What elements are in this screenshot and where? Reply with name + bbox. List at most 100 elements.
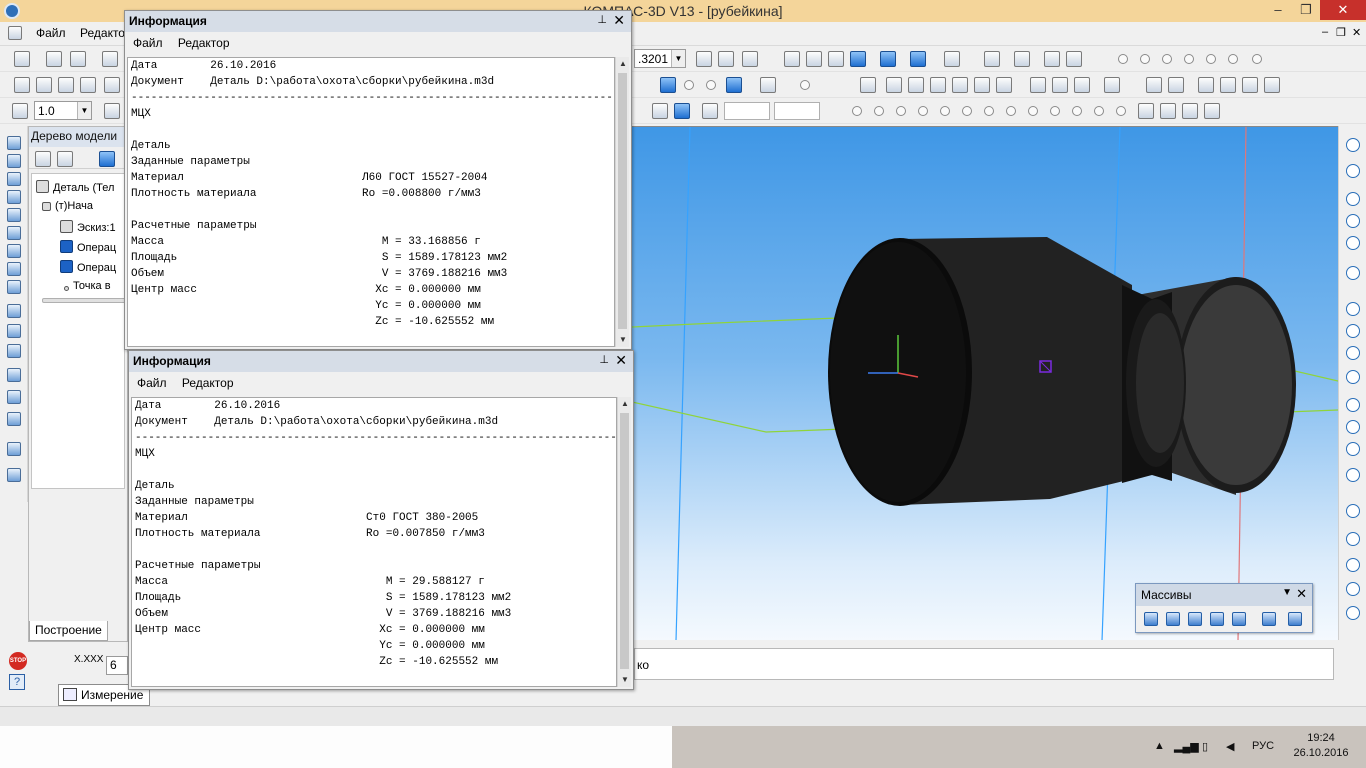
kinematic-icon[interactable] [7,344,21,358]
info-window-1-title-bar[interactable]: Информация ⊥ ✕ [125,11,631,32]
chevron-down-icon[interactable]: ▼ [1282,587,1292,598]
info-window-2-text[interactable]: Дата 26.10.2016 Документ Деталь D:\работа… [131,397,617,687]
detail-view-icon[interactable] [930,77,946,93]
new-document-icon[interactable] [14,51,30,67]
info-window-2[interactable]: Информация ⊥ ✕ Файл Редактор Дата 26.10.… [128,350,634,690]
tree-node-point[interactable]: Точка в [64,280,111,292]
surface-tool-icon[interactable] [1346,398,1360,412]
library-icon[interactable] [1014,51,1030,67]
parametrization-icon[interactable] [7,208,21,222]
projection-icon[interactable] [952,77,968,93]
snap-grid-icon[interactable] [660,77,676,93]
check-collision-icon[interactable] [1228,54,1238,64]
snap-point-icon[interactable] [684,80,694,90]
tree-structure-icon[interactable] [35,151,51,167]
info-2-menu-file[interactable]: Файл [137,376,167,390]
point-tool-icon[interactable] [1346,138,1360,152]
model-viewport[interactable] [632,126,1338,640]
table-icon[interactable] [1052,77,1068,93]
section-icon[interactable] [886,77,902,93]
dimension-icon[interactable] [1104,77,1120,93]
save-icon[interactable] [70,51,86,67]
segment-icon[interactable] [874,106,884,116]
tab-build[interactable]: Построение [29,621,108,641]
paste-icon[interactable] [58,77,74,93]
curve-array-icon[interactable] [1188,612,1202,626]
print-icon[interactable] [102,51,118,67]
close-icon[interactable]: ✕ [615,352,627,369]
polygon-icon[interactable] [1138,103,1154,119]
pin-icon[interactable]: ⊥ [599,353,609,366]
trim-icon[interactable] [1072,106,1082,116]
chevron-down-icon[interactable]: ▼ [671,50,685,67]
info-1-menu-editor[interactable]: Редактор [178,36,230,50]
wireframe-icon[interactable] [784,51,800,67]
curve-tool-icon[interactable] [1346,346,1360,360]
mirror-body-icon[interactable] [1288,612,1302,626]
properties-icon[interactable] [984,51,1000,67]
sweep-surface-icon[interactable] [1346,468,1360,482]
scale-combo[interactable]: .3201 ▼ [634,49,686,68]
rectangle-icon[interactable] [1116,106,1126,116]
extrusion-icon[interactable] [7,304,21,318]
table-array-icon[interactable] [1232,612,1246,626]
spline-icon[interactable] [984,106,994,116]
hidden-lines-icon[interactable] [806,51,822,67]
clock[interactable]: 19:24 26.10.2016 [1290,731,1352,761]
circular-array-icon[interactable] [1166,612,1180,626]
designations-icon[interactable] [7,172,21,186]
scroll-down-icon[interactable]: ▼ [616,333,630,347]
base-icon[interactable] [1198,77,1214,93]
measure-area-icon[interactable] [1184,54,1194,64]
scroll-thumb[interactable] [620,413,629,669]
line-tool-icon[interactable] [1346,214,1360,228]
polyline-tool-icon[interactable] [1346,266,1360,280]
wave-tool-icon[interactable] [1346,324,1360,338]
mdi-restore-icon[interactable]: ❐ [1336,26,1346,39]
grid-icon[interactable] [104,103,120,119]
close-icon[interactable]: ✕ [613,12,625,29]
volume-icon[interactable]: ◀ [1226,740,1234,753]
snap-active-icon[interactable] [726,77,742,93]
redo-icon[interactable] [104,77,120,93]
cut-icon[interactable] [14,77,30,93]
tree-node-origin[interactable]: (т)Нача [42,200,93,212]
measurements-icon[interactable] [7,226,21,240]
filter-icon[interactable] [944,51,960,67]
hatch-icon[interactable] [1074,77,1090,93]
scroll-up-icon[interactable]: ▲ [616,57,630,71]
info-window-1[interactable]: Информация ⊥ ✕ Файл Редактор Дата 26.10.… [124,10,632,350]
arrow-view-icon[interactable] [974,77,990,93]
point-icon[interactable] [800,80,810,90]
info-2-menu-editor[interactable]: Редактор [182,376,234,390]
info-window-2-title-bar[interactable]: Информация ⊥ ✕ [129,351,633,372]
tree-node-operation-2[interactable]: Операц [60,260,116,274]
mdi-close-icon[interactable]: ✕ [1352,26,1361,39]
trim-surface-icon[interactable] [1346,582,1360,596]
roughness-icon[interactable] [1146,77,1162,93]
spline-tool-icon[interactable] [1346,192,1360,206]
y-coordinate-field[interactable] [774,102,820,120]
chamfer-icon[interactable] [1028,106,1038,116]
projection-curve-icon[interactable] [1182,103,1198,119]
pan-icon[interactable] [696,51,712,67]
spiral-icon[interactable] [1346,164,1360,178]
formula-curve-icon[interactable] [1346,370,1360,384]
tree-node-part[interactable]: Деталь (Тел [36,180,114,194]
grid-array-icon[interactable] [1144,612,1158,626]
mirror-array-icon[interactable] [1262,612,1276,626]
rotate-icon[interactable] [718,51,734,67]
offset-icon[interactable] [1050,106,1060,116]
scroll-up-icon[interactable]: ▲ [618,397,632,411]
polyline-icon[interactable] [896,106,906,116]
info-window-1-text[interactable]: Дата 26.10.2016 Документ Деталь D:\работа… [127,57,615,347]
tree-node-operation-1[interactable]: Операц [60,240,116,254]
open-document-icon[interactable] [46,51,62,67]
mark-icon[interactable] [1264,77,1280,93]
curves-icon[interactable] [7,442,21,456]
extend-surface-icon[interactable] [1346,606,1360,620]
shell-icon[interactable] [7,412,21,426]
tree-node-sketch[interactable]: Эскиз:1 [60,220,116,234]
precision-field[interactable]: 6 [106,656,128,675]
step-icon[interactable] [12,103,28,119]
